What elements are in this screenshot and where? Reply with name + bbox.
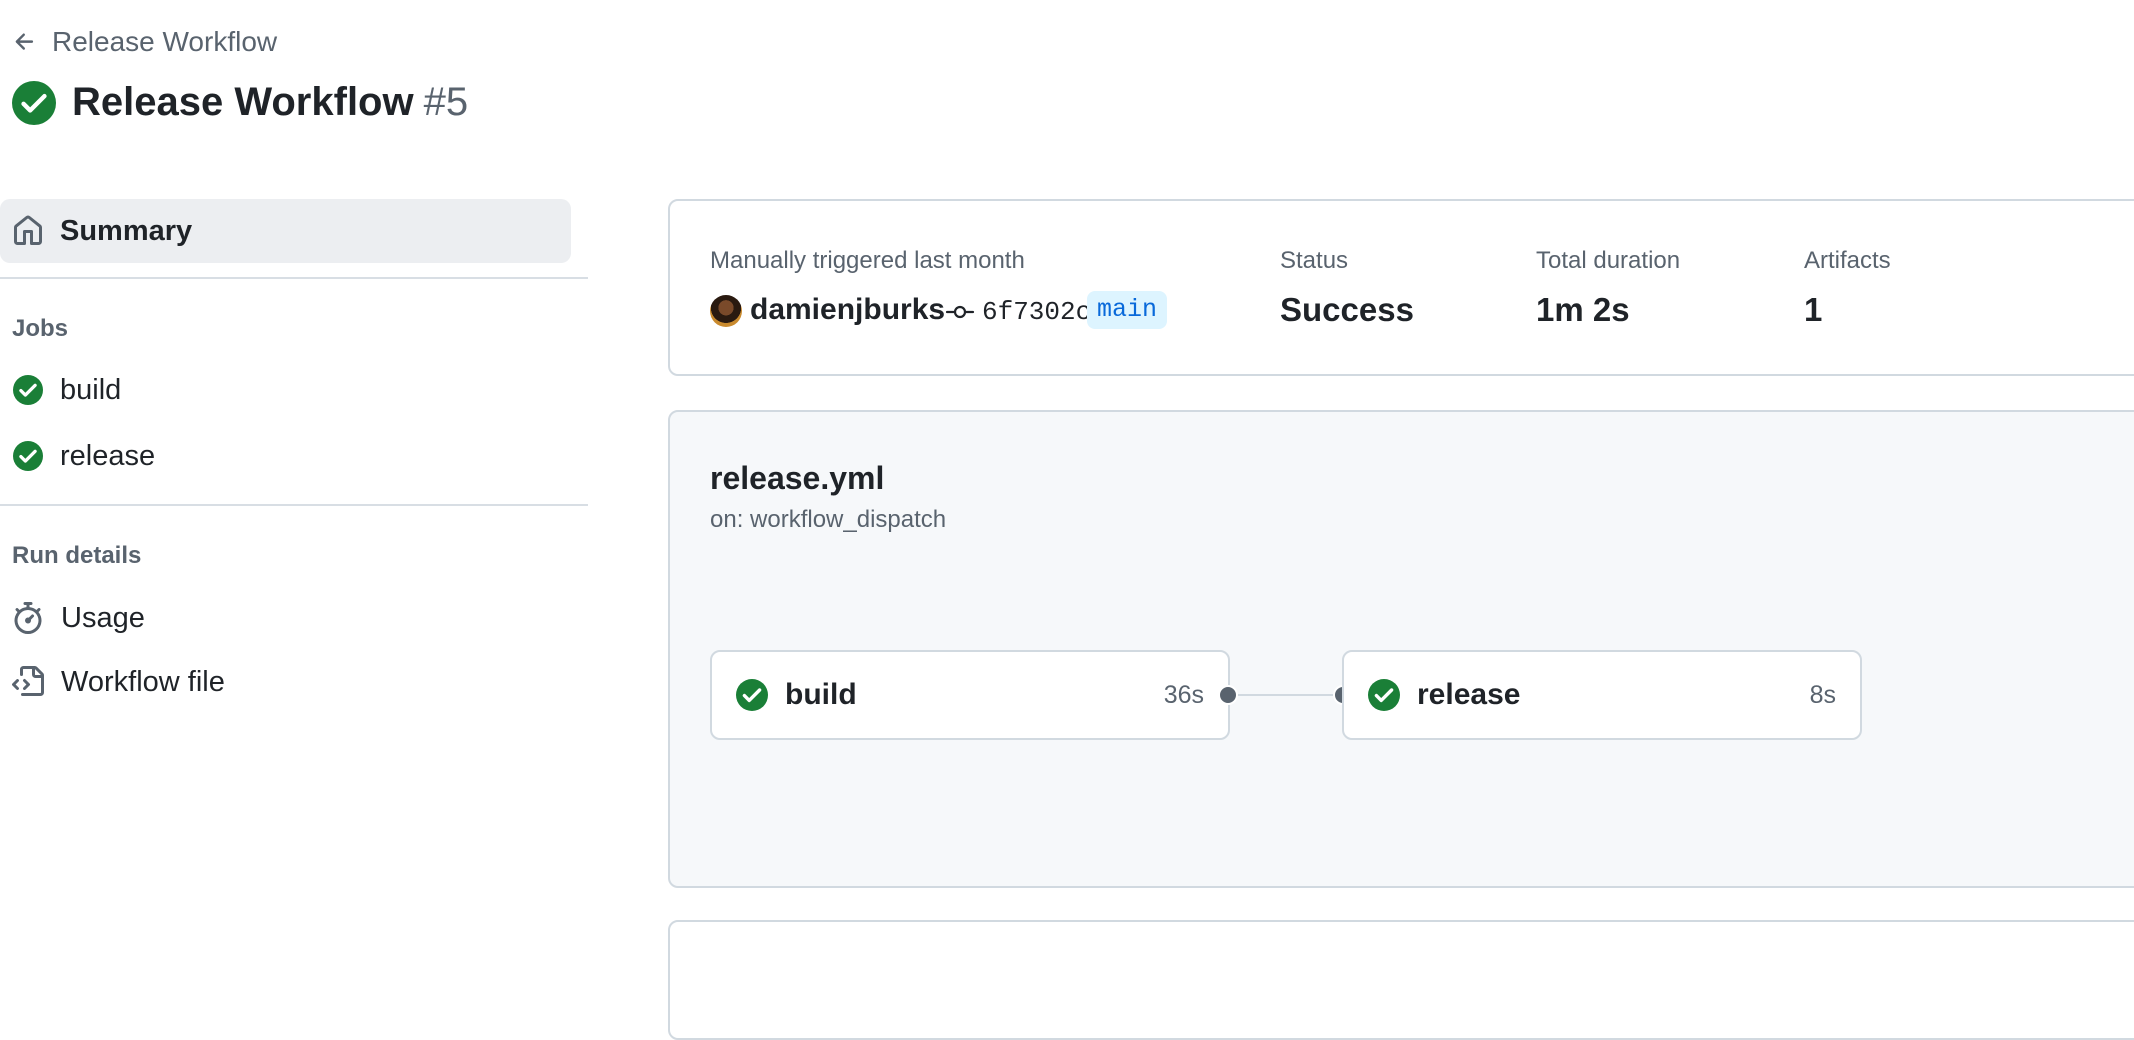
connector-dot [1218,685,1238,705]
trigger-text: Manually triggered last month [710,247,1025,274]
total-duration-value: 1m 2s [1536,291,1630,328]
sidebar-item-label: Summary [60,214,193,247]
sidebar-item-build[interactable]: build [0,362,571,418]
run-summary-card [668,199,2134,376]
artifacts-value[interactable]: 1 [1804,291,1822,329]
success-check-icon [1368,679,1400,711]
jobs-heading: Jobs [12,315,69,342]
job-name: build [785,678,857,711]
success-check-icon [13,375,43,405]
job-node-release[interactable]: release 8s [1342,650,1862,740]
workflow-trigger: on: workflow_dispatch [710,506,947,533]
status-value: Success [1280,291,1414,328]
back-link-label: Release Workflow [52,26,278,57]
commit-sha-link[interactable]: 6f7302c [982,297,1091,327]
sidebar-divider [0,277,588,279]
home-icon [14,215,42,245]
workflow-file-name: release.yml [710,460,885,496]
job-duration: 36s [1163,680,1204,709]
sidebar-item-label: Usage [61,601,145,634]
total-duration-label: Total duration [1536,247,1681,274]
job-duration: 8s [1809,680,1836,709]
status-label: Status [1280,247,1349,274]
sidebar-divider [0,504,588,506]
sidebar-item-label: build [60,373,122,406]
back-link[interactable]: Release Workflow [12,26,277,58]
stopwatch-icon [14,602,42,634]
annotations-card [668,920,2134,1040]
page-title: Release Workflow [72,80,414,124]
sidebar-item-workflow-file[interactable]: Workflow file [0,654,571,710]
job-name: release [1417,678,1521,711]
run-details-heading: Run details [12,542,142,569]
success-check-icon [736,679,768,711]
job-connector [1236,694,1336,696]
sidebar-item-release[interactable]: release [0,428,571,484]
success-check-icon [13,441,43,471]
avatar[interactable] [710,295,742,327]
sidebar-item-summary[interactable]: Summary [0,199,571,263]
sidebar-item-label: Workflow file [61,665,225,698]
file-code-icon [12,666,44,696]
actor-username[interactable]: damienjburks [750,293,945,327]
artifacts-label: Artifacts [1804,247,1891,274]
job-node-build[interactable]: build 36s [710,650,1230,740]
sidebar-item-label: release [60,439,156,472]
arrow-left-icon [15,33,34,50]
success-check-icon [12,80,56,125]
git-commit-icon [945,305,975,319]
sidebar-item-usage[interactable]: Usage [0,590,571,646]
page-title-row: Release Workflow #5 [12,80,468,125]
branch-badge[interactable]: main [1087,291,1168,329]
run-number: #5 [423,80,469,124]
workflow-graph-card [668,410,2134,888]
